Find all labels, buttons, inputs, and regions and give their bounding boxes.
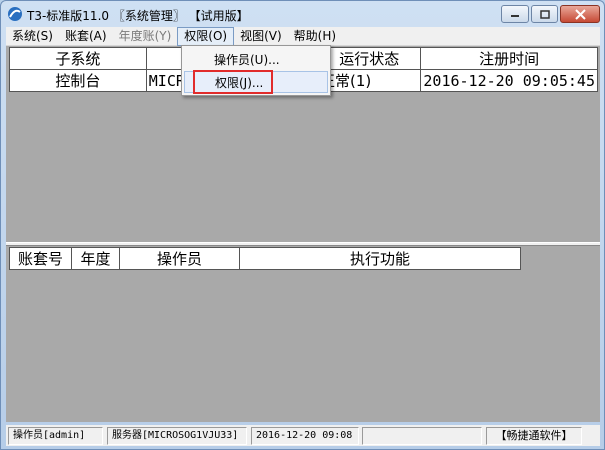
close-icon — [574, 8, 586, 20]
status-operator: 操作员[admin] — [8, 427, 103, 445]
status-empty — [362, 427, 482, 445]
column-header-run-status[interactable]: 运行状态 — [317, 47, 422, 70]
status-brand: 【畅捷通软件】 — [486, 427, 582, 445]
column-header-account-no[interactable]: 账套号 — [9, 247, 72, 270]
permission-dropdown-menu: 操作员(U)... 权限(J)... — [181, 45, 331, 96]
client-area: 子系统 站点 运行状态 注册时间 控制台 MICROSOG1VJU33 正常(1… — [6, 46, 600, 422]
column-header-function[interactable]: 执行功能 — [239, 247, 521, 270]
column-header-subsystem[interactable]: 子系统 — [9, 47, 147, 70]
menu-view[interactable]: 视图(V) — [234, 27, 288, 46]
menu-system[interactable]: 系统(S) — [6, 27, 59, 46]
menu-permission[interactable]: 权限(O) — [177, 26, 235, 46]
menu-annual-account[interactable]: 年度账(Y) — [113, 27, 178, 46]
column-header-operator[interactable]: 操作员 — [119, 247, 240, 270]
cell-register-time: 2016-12-20 09:05:45 — [420, 69, 598, 92]
pane-splitter[interactable] — [6, 242, 600, 246]
menu-help[interactable]: 帮助(H) — [288, 27, 342, 46]
maximize-icon — [539, 9, 550, 19]
highlight-annotation-box — [193, 70, 273, 94]
minimize-button[interactable] — [501, 5, 529, 23]
title-bar[interactable]: T3-标准版11.0 〖系统管理〗 【试用版】 — [1, 1, 604, 27]
menu-account-set[interactable]: 账套(A) — [59, 27, 113, 46]
close-button[interactable] — [560, 5, 600, 23]
app-logo-icon — [8, 7, 22, 21]
table-header-row: 账套号 年度 操作员 执行功能 — [9, 247, 521, 270]
status-datetime: 2016-12-20 09:08 — [251, 427, 359, 445]
minimize-icon — [511, 15, 519, 17]
column-header-register-time[interactable]: 注册时间 — [420, 47, 598, 70]
menu-item-operator[interactable]: 操作员(U)... — [184, 49, 328, 71]
menu-bar: 系统(S) 账套(A) 年度账(Y) 权限(O) 视图(V) 帮助(H) — [6, 26, 600, 46]
status-bar: 操作员[admin] 服务器[MICROSOG1VJU33] 2016-12-2… — [6, 425, 600, 446]
cell-run-status: 正常(1) — [317, 69, 422, 92]
task-table: 账套号 年度 操作员 执行功能 — [9, 247, 521, 270]
window-title: T3-标准版11.0 〖系统管理〗 【试用版】 — [27, 9, 249, 23]
column-header-year[interactable]: 年度 — [71, 247, 120, 270]
status-server: 服务器[MICROSOG1VJU33] — [107, 427, 247, 445]
cell-subsystem: 控制台 — [9, 69, 147, 92]
maximize-button[interactable] — [531, 5, 558, 23]
